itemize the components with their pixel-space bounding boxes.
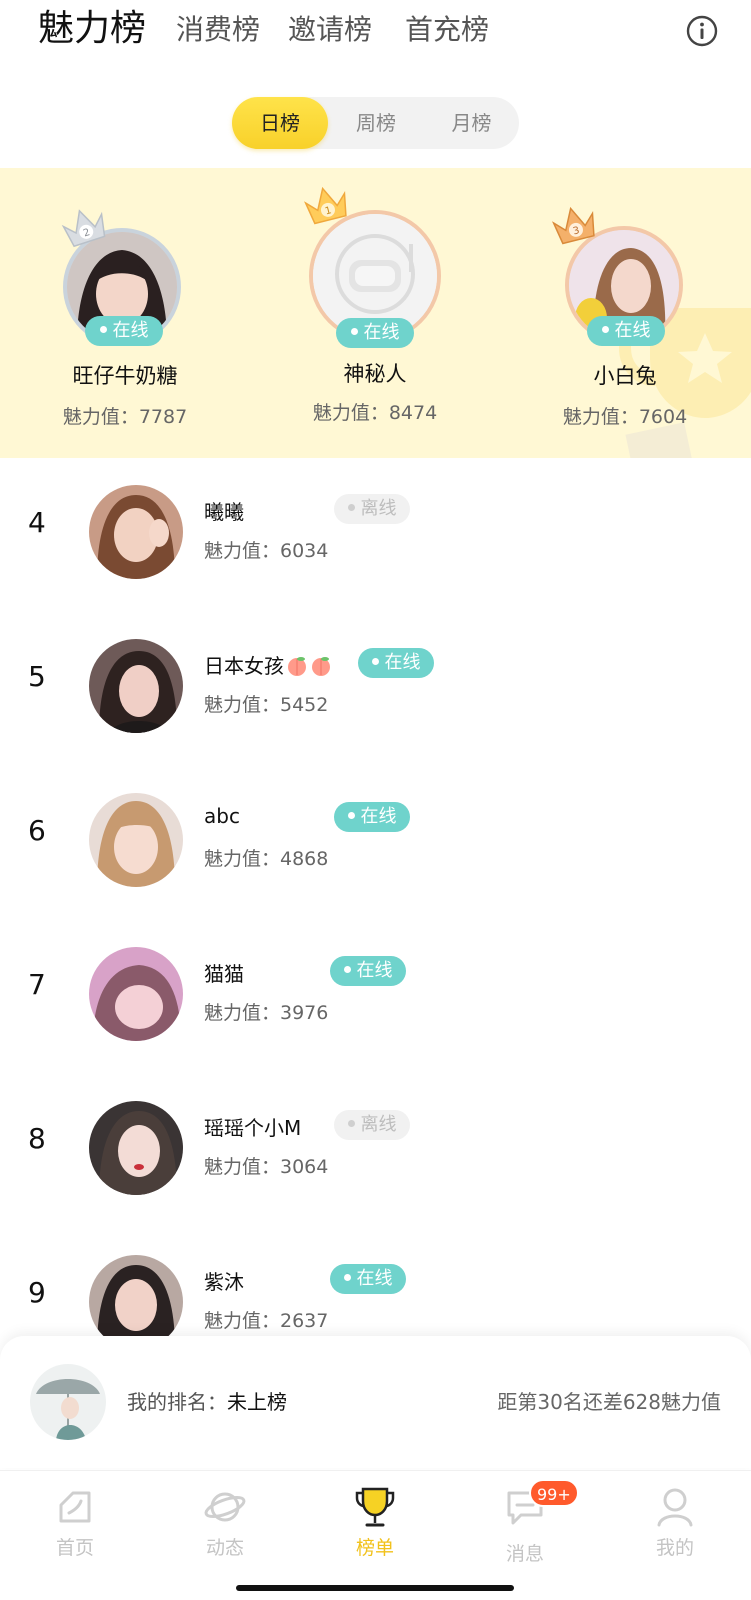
user-name: 曦曦 xyxy=(204,500,244,524)
trophy-icon xyxy=(355,1487,395,1527)
ranking-type-tabs: 魅力榜 消费榜 邀请榜 首充榜 xyxy=(0,0,751,64)
rank-number: 8 xyxy=(28,1122,46,1155)
tab-invite-ranking[interactable]: 邀请榜 xyxy=(288,10,372,50)
rank-gap-text: 距第30名还差628魅力值 xyxy=(497,1390,721,1414)
offline-status-badge: 离线 xyxy=(334,1110,410,1140)
podium-rank-3[interactable]: 3 在线 小白兔 魅力值：7604 xyxy=(515,168,735,458)
user-name: 旺仔牛奶糖 xyxy=(72,364,178,388)
online-status-badge: 在线 xyxy=(330,956,406,986)
list-item-rank-9[interactable]: 9 紫沐 在线 魅力值：2637 xyxy=(0,1228,751,1338)
charm-score: 魅力值：6034 xyxy=(204,540,329,562)
bronze-crown-icon: 3 xyxy=(551,206,595,245)
avatar[interactable] xyxy=(89,793,183,887)
online-status-badge: 在线 xyxy=(587,316,665,346)
rank-number: 7 xyxy=(28,968,46,1001)
nav-label: 首页 xyxy=(55,1537,94,1559)
nav-label: 榜单 xyxy=(355,1537,394,1559)
nav-label: 我的 xyxy=(655,1537,694,1559)
avatar[interactable] xyxy=(89,1101,183,1195)
nav-ranking[interactable]: 榜单 xyxy=(325,1483,425,1573)
rank-number: 6 xyxy=(28,814,46,847)
user-name: 小白兔 xyxy=(593,364,657,388)
online-status-badge: 在线 xyxy=(330,1264,406,1294)
avatar[interactable] xyxy=(89,1255,183,1338)
rank-number: 5 xyxy=(28,660,46,693)
rank-number: 9 xyxy=(28,1276,46,1309)
online-status-badge: 在线 xyxy=(336,318,414,348)
planet-icon xyxy=(204,1492,246,1522)
list-item-rank-8[interactable]: 8 瑶瑶个小M 离线 魅力值：3064 xyxy=(0,1074,751,1228)
charm-score: 魅力值：7604 xyxy=(562,406,688,428)
offline-status-badge: 离线 xyxy=(334,494,410,524)
nav-messages[interactable]: 99+ 消息 xyxy=(475,1479,579,1573)
nav-profile[interactable]: 我的 xyxy=(625,1483,725,1573)
charm-score: 魅力值：5452 xyxy=(204,694,329,716)
peach-emoji-icon xyxy=(288,656,306,676)
charm-score: 魅力值：2637 xyxy=(204,1310,329,1332)
online-status-badge: 在线 xyxy=(85,316,163,346)
tab-spending-ranking[interactable]: 消费榜 xyxy=(176,10,260,50)
tab-monthly[interactable]: 月榜 xyxy=(424,97,519,149)
charm-score: 魅力值：4868 xyxy=(204,848,329,870)
user-name: 日本女孩 xyxy=(204,650,332,679)
online-status-badge: 在线 xyxy=(358,648,434,678)
list-item-rank-4[interactable]: 4 曦曦 离线 魅力值：6034 xyxy=(0,458,751,612)
charm-score: 魅力值：3976 xyxy=(204,1002,329,1024)
user-name: 猫猫 xyxy=(204,962,244,986)
tab-daily[interactable]: 日榜 xyxy=(232,97,328,149)
nav-label: 消息 xyxy=(505,1543,544,1565)
user-name: 神秘人 xyxy=(343,362,407,386)
my-avatar[interactable] xyxy=(30,1364,106,1440)
my-rank-panel[interactable]: 我的排名：未上榜 距第30名还差628魅力值 xyxy=(0,1336,751,1468)
online-status-badge: 在线 xyxy=(334,802,410,832)
charm-score: 魅力值：8474 xyxy=(312,402,438,424)
avatar[interactable] xyxy=(89,947,183,1041)
peach-emoji-icon xyxy=(312,656,330,676)
home-icon xyxy=(59,1491,91,1523)
podium-rank-2[interactable]: 2 在线 旺仔牛奶糖 魅力值：7787 xyxy=(15,168,235,458)
my-rank-label: 我的排名：未上榜 xyxy=(127,1390,287,1414)
top-three-podium: 2 在线 旺仔牛奶糖 魅力值：7787 1 在线 神秘人 魅力值：8474 3 … xyxy=(0,168,751,458)
tab-first-recharge-ranking[interactable]: 首充榜 xyxy=(405,10,489,50)
bottom-navigation: 首页 动态 榜单 99+ 消息 我的 xyxy=(0,1470,751,1600)
my-rank-value: 未上榜 xyxy=(227,1390,287,1414)
avatar[interactable] xyxy=(89,485,183,579)
podium-rank-1[interactable]: 1 在线 神秘人 魅力值：8474 xyxy=(265,168,485,458)
tab-weekly[interactable]: 周榜 xyxy=(328,97,424,149)
nav-label: 动态 xyxy=(205,1537,244,1559)
home-indicator xyxy=(236,1585,514,1591)
user-name: 紫沐 xyxy=(204,1270,244,1294)
unread-count-badge: 99+ xyxy=(529,1479,579,1507)
info-icon[interactable] xyxy=(686,15,718,47)
ranking-list: 4 曦曦 离线 魅力值：6034 5 日本女孩 在线 魅力值：5452 6 ab… xyxy=(0,458,751,1338)
gold-crown-icon: 1 xyxy=(303,186,347,225)
list-item-rank-6[interactable]: 6 abc 在线 魅力值：4868 xyxy=(0,766,751,920)
charm-score: 魅力值：3064 xyxy=(204,1156,329,1178)
silver-crown-icon: 2 xyxy=(61,209,106,248)
user-name: abc xyxy=(204,804,240,828)
avatar[interactable] xyxy=(89,639,183,733)
list-item-rank-7[interactable]: 7 猫猫 在线 魅力值：3976 xyxy=(0,920,751,1074)
rank-number: 4 xyxy=(28,506,46,539)
tab-charm-ranking[interactable]: 魅力榜 xyxy=(38,6,146,52)
nav-moments[interactable]: 动态 xyxy=(175,1483,275,1573)
list-item-rank-5[interactable]: 5 日本女孩 在线 魅力值：5452 xyxy=(0,612,751,766)
nav-home[interactable]: 首页 xyxy=(25,1483,125,1573)
user-name: 瑶瑶个小M xyxy=(204,1116,302,1140)
profile-icon xyxy=(657,1488,693,1527)
period-switch: 日榜 周榜 月榜 xyxy=(232,97,519,149)
charm-score: 魅力值：7787 xyxy=(62,406,188,428)
